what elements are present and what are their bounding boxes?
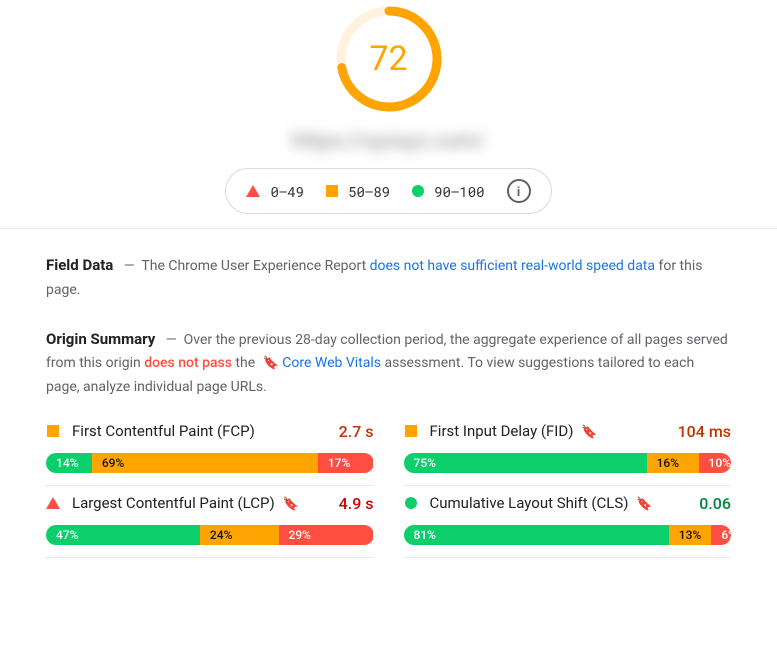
dist-poor: 10% <box>699 453 732 473</box>
metric-fcp: First Contentful Paint (FCP) 2.7 s 14%69%… <box>46 414 374 486</box>
info-icon[interactable]: i <box>507 179 531 203</box>
triangle-red-icon <box>246 185 260 197</box>
field-data-title: Field Data <box>46 256 113 274</box>
metric-value: 2.7 s <box>339 422 374 441</box>
circle-green-icon <box>405 497 417 509</box>
dist-avg: 13% <box>669 525 712 545</box>
metric-marker <box>46 424 60 438</box>
dist-poor: 6% <box>711 525 731 545</box>
legend-poor-label: 0–49 <box>270 182 304 201</box>
origin-summary-section: Origin Summary — Over the previous 28-da… <box>0 303 777 400</box>
metric-name: First Contentful Paint (FCP) <box>72 422 327 440</box>
legend-avg-label: 50–89 <box>348 182 390 201</box>
metric-name: Cumulative Layout Shift (CLS) 🔖 <box>430 494 688 512</box>
metric-cls: Cumulative Layout Shift (CLS) 🔖 0.06 81%13… <box>404 486 732 558</box>
legend-good-label: 90–100 <box>434 182 484 201</box>
origin-mid: the <box>235 355 258 371</box>
dist-avg: 24% <box>200 525 279 545</box>
score-gauge: 72 <box>334 4 444 114</box>
distribution-bar: 47%24%29% <box>46 525 374 545</box>
dist-poor: 17% <box>318 453 374 473</box>
legend-good: 90–100 <box>412 182 484 201</box>
field-data-pre: The Chrome User Experience Report <box>141 258 369 274</box>
field-data-section: Field Data — The Chrome User Experience … <box>0 229 777 303</box>
dist-good: 47% <box>46 525 200 545</box>
metric-value: 4.9 s <box>339 494 374 513</box>
dist-avg: 16% <box>647 453 699 473</box>
metric-lcp: Largest Contentful Paint (LCP) 🔖 4.9 s 47%… <box>46 486 374 558</box>
legend-avg: 50–89 <box>326 182 390 201</box>
square-orange-icon <box>47 425 59 437</box>
metric-value: 104 ms <box>678 422 731 441</box>
origin-title: Origin Summary <box>46 330 155 348</box>
metric-name: First Input Delay (FID) 🔖 <box>430 422 666 440</box>
triangle-red-icon <box>46 497 60 509</box>
dist-poor: 29% <box>279 525 374 545</box>
score-hero: 72 https://xyzxyz.com/ 0–49 50–89 90–100… <box>0 0 777 228</box>
bookmark-icon: 🔖 <box>282 497 298 512</box>
distribution-bar: 75%16%10% <box>404 453 732 473</box>
distribution-bar: 81%13%6% <box>404 525 732 545</box>
dist-good: 81% <box>404 525 669 545</box>
metric-fid: First Input Delay (FID) 🔖 104 ms 75%16%10% <box>404 414 732 486</box>
metric-marker <box>404 496 418 510</box>
score-value: 72 <box>334 4 444 114</box>
metric-value: 0.06 <box>699 494 731 513</box>
field-data-link[interactable]: does not have sufficient real-world spee… <box>370 258 655 274</box>
dist-good: 75% <box>404 453 647 473</box>
legend-poor: 0–49 <box>246 182 304 201</box>
bookmark-icon: 🔖 <box>636 497 652 512</box>
circle-green-icon <box>412 185 424 197</box>
dist-avg: 69% <box>92 453 318 473</box>
dist-good: 14% <box>46 453 92 473</box>
square-orange-icon <box>326 185 338 197</box>
tested-url-blurred: https://xyzxyz.com/ <box>264 128 514 154</box>
origin-fail: does not pass <box>144 355 232 371</box>
score-legend: 0–49 50–89 90–100 i <box>225 168 551 214</box>
distribution-bar: 14%69%17% <box>46 453 374 473</box>
metrics-grid: First Contentful Paint (FCP) 2.7 s 14%69%… <box>0 400 777 558</box>
bookmark-icon: 🔖 <box>263 356 279 371</box>
metric-marker <box>46 496 60 510</box>
metric-marker <box>404 424 418 438</box>
core-web-vitals-link[interactable]: Core Web Vitals <box>282 355 381 371</box>
bookmark-icon: 🔖 <box>581 425 597 440</box>
metric-name: Largest Contentful Paint (LCP) 🔖 <box>72 494 327 512</box>
square-orange-icon <box>405 425 417 437</box>
